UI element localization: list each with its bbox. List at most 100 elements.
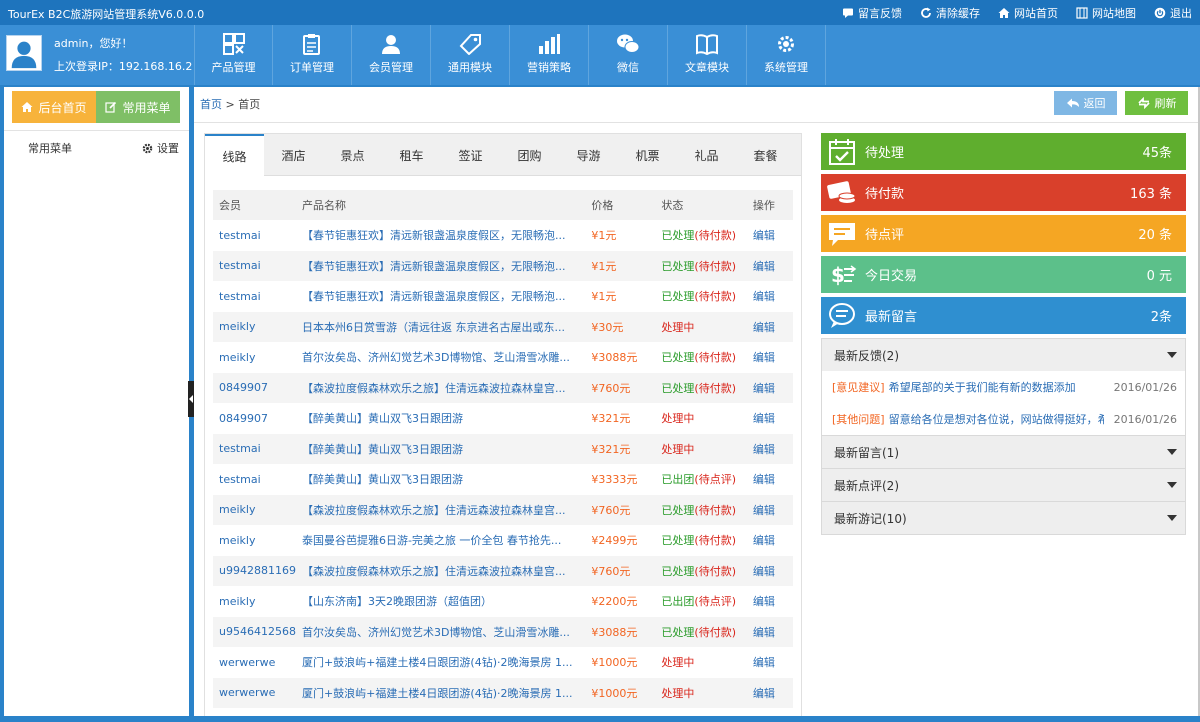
edit-link[interactable]: 编辑 <box>747 464 793 495</box>
table-row[interactable]: testmai 【醉美黄山】黄山双飞3日跟团游 ¥3333元 已出团(待点评) 编辑 <box>213 464 793 495</box>
top-link-clear-cache[interactable]: 清除缓存 <box>920 5 980 21</box>
cell-product-name[interactable]: 【森波拉度假森林欢乐之旅】住清远森波拉森林皇宫... <box>295 555 586 586</box>
cell-member[interactable]: meikly <box>213 311 296 342</box>
cell-member[interactable]: u9942881169 <box>213 555 296 586</box>
table-row[interactable]: u9546412568 首尔汝矣岛、济州幻觉艺术3D博物馆、芝山滑雪冰雕... ¥3… <box>213 616 793 647</box>
settings-link[interactable]: 设置 <box>142 140 179 156</box>
cell-member[interactable]: testmai <box>213 464 296 495</box>
nav-system-management[interactable]: 系统管理 <box>747 25 826 85</box>
edit-link[interactable]: 编辑 <box>746 555 793 586</box>
edit-link[interactable]: 编辑 <box>746 677 793 708</box>
back-button[interactable]: 返回 <box>1054 91 1117 115</box>
stat-pending-review[interactable]: 待点评 20 条 <box>821 215 1186 252</box>
table-row[interactable]: meikly 【森波拉度假森林欢乐之旅】住清远森波拉森林皇宫... ¥760元 已处理… <box>213 494 793 525</box>
accordion-latest-travelogues[interactable]: 最新游记(10) <box>822 501 1185 534</box>
nav-general-module[interactable]: 通用模块 <box>431 25 510 85</box>
tab-car-rental[interactable]: 租车 <box>382 134 441 176</box>
table-row[interactable]: meikly 【山东济南】3天2晚跟团游（超值团） ¥2200元 已出团(待点评) 编辑 <box>213 586 793 617</box>
cell-product-name[interactable]: 【春节钜惠狂欢】清远新银盏温泉度假区，无限畅泡... <box>296 220 585 251</box>
table-row[interactable]: u9942881169 【森波拉度假森林欢乐之旅】住清远森波拉森林皇宫... ¥76… <box>213 555 793 586</box>
cell-member[interactable]: u9546412568 <box>213 616 296 647</box>
cell-product-name[interactable]: 日本本州6日赏雪游（清远往返 东京进名古屋出或东... <box>295 311 586 342</box>
table-row[interactable]: werwerwe 厦门+鼓浪屿+福建土楼4日跟团游(4钻)·2晚海景房 1... ¥… <box>213 677 793 708</box>
table-row[interactable]: testmai 【春节钜惠狂欢】清远新银盏温泉度假区，无限畅泡... ¥1元 已处理(… <box>213 250 793 281</box>
cell-member[interactable]: testmai <box>213 250 296 281</box>
cell-product-name[interactable]: 【醉美黄山】黄山双飞3日跟团游 <box>295 433 586 464</box>
tab-route[interactable]: 线路 <box>205 134 264 177</box>
cell-product-name[interactable]: 首尔汝矣岛、济州幻觉艺术3D博物馆、芝山滑雪冰雕... <box>295 616 586 647</box>
edit-link[interactable]: 编辑 <box>746 311 793 342</box>
table-row[interactable]: 0849907 【森波拉度假森林欢乐之旅】住清远森波拉森林皇宫... ¥760元 已处… <box>213 372 793 403</box>
top-link-logout[interactable]: 退出 <box>1154 5 1192 21</box>
cell-product-name[interactable]: 【春节钜惠狂欢】清远新银盏温泉度假区，无限畅泡... <box>296 281 585 312</box>
cell-product-name[interactable]: 厦门+鼓浪屿+福建土楼4日跟团游(4钻)·2晚海景房 1... <box>295 677 586 708</box>
cell-member[interactable]: 0849907 <box>213 403 296 434</box>
tab-attraction[interactable]: 景点 <box>323 134 382 176</box>
feedback-item[interactable]: [意见建议] 希望尾部的关于我们能有新的数据添加 2016/01/26 <box>822 371 1185 403</box>
sidebar-tab-home[interactable]: 后台首页 <box>12 91 96 123</box>
table-row[interactable]: meikly 首尔汝矣岛、济州幻觉艺术3D博物馆、芝山滑雪冰雕... ¥3088元 已… <box>213 342 793 373</box>
nav-order-management[interactable]: 订单管理 <box>273 25 352 85</box>
nav-member-management[interactable]: 会员管理 <box>352 25 431 85</box>
cell-product-name[interactable]: 【森波拉度假森林欢乐之旅】住清远森波拉森林皇宫... <box>295 372 586 403</box>
edit-link[interactable]: 编辑 <box>747 647 793 678</box>
accordion-latest-feedback[interactable]: 最新反馈(2) <box>822 338 1185 371</box>
edit-link[interactable]: 编辑 <box>746 250 793 281</box>
feedback-text[interactable]: 希望尾部的关于我们能有新的数据添加 <box>889 379 1104 395</box>
cell-product-name[interactable]: 【森波拉度假森林欢乐之旅】住清远森波拉森林皇宫... <box>295 494 586 525</box>
table-row[interactable]: testmai 【春节钜惠狂欢】清远新银盏温泉度假区，无限畅泡... ¥1元 已处理(… <box>213 220 793 251</box>
tab-guide[interactable]: 导游 <box>559 134 618 176</box>
breadcrumb-home-link[interactable]: 首页 <box>200 98 222 111</box>
cell-product-name[interactable]: 【醉美黄山】黄山双飞3日跟团游 <box>296 403 585 434</box>
cell-member[interactable]: meikly <box>213 342 296 373</box>
nav-article-module[interactable]: 文章模块 <box>668 25 747 85</box>
edit-link[interactable]: 编辑 <box>746 616 793 647</box>
accordion-latest-messages[interactable]: 最新留言(1) <box>822 435 1185 468</box>
edit-link[interactable]: 编辑 <box>747 281 793 312</box>
feedback-text[interactable]: 留意给各位是想对各位说，网站做得挺好，希 <box>889 411 1104 427</box>
tab-package[interactable]: 套餐 <box>736 134 795 176</box>
cell-member[interactable]: meikly <box>213 525 296 556</box>
stat-latest-message[interactable]: 最新留言 2条 <box>821 297 1186 334</box>
stat-today-trade[interactable]: $ 今日交易 0 元 <box>821 256 1186 293</box>
top-link-sitemap[interactable]: 网站地图 <box>1076 5 1136 21</box>
stat-pending[interactable]: 待处理 45条 <box>821 133 1186 170</box>
top-link-site-home[interactable]: 网站首页 <box>998 5 1058 21</box>
cell-product-name[interactable]: 厦门+鼓浪屿+福建土楼4日跟团游(4钻)·2晚海景房 1... <box>296 647 585 678</box>
feedback-item[interactable]: [其他问题] 留意给各位是想对各位说，网站做得挺好，希 2016/01/26 <box>822 403 1185 435</box>
avatar[interactable] <box>6 35 42 71</box>
edit-link[interactable]: 编辑 <box>746 372 793 403</box>
edit-link[interactable]: 编辑 <box>747 403 793 434</box>
accordion-latest-reviews[interactable]: 最新点评(2) <box>822 468 1185 501</box>
cell-product-name[interactable]: 【醉美黄山】黄山双飞3日跟团游 <box>296 464 585 495</box>
edit-link[interactable]: 编辑 <box>747 586 793 617</box>
edit-link[interactable]: 编辑 <box>746 433 793 464</box>
cell-member[interactable]: testmai <box>213 433 296 464</box>
nav-marketing[interactable]: 营销策略 <box>510 25 589 85</box>
cell-member[interactable]: meikly <box>213 586 296 617</box>
cell-product-name[interactable]: 泰国曼谷芭提雅6日游-完美之旅 一价全包 春节抢先... <box>296 525 585 556</box>
table-row[interactable]: werwerwe 厦门+鼓浪屿+福建土楼4日跟团游(4钻)·2晚海景房 1... ¥… <box>213 647 793 678</box>
cell-member[interactable]: testmai <box>213 281 296 312</box>
sidebar-tab-common-menu[interactable]: 常用菜单 <box>96 91 180 123</box>
tab-visa[interactable]: 签证 <box>441 134 500 176</box>
table-row[interactable]: testmai 【春节钜惠狂欢】清远新银盏温泉度假区，无限畅泡... ¥1元 已处理(… <box>213 281 793 312</box>
table-row[interactable]: 0849907 【醉美黄山】黄山双飞3日跟团游 ¥321元 处理中 编辑 <box>213 403 793 434</box>
cell-member[interactable]: 0849907 <box>213 372 296 403</box>
cell-product-name[interactable]: 【春节钜惠狂欢】清远新银盏温泉度假区，无限畅泡... <box>295 250 586 281</box>
top-link-feedback[interactable]: 留言反馈 <box>842 5 902 21</box>
cell-member[interactable]: werwerwe <box>213 647 296 678</box>
tab-flight[interactable]: 机票 <box>618 134 677 176</box>
tab-group-buy[interactable]: 团购 <box>500 134 559 176</box>
edit-link[interactable]: 编辑 <box>747 220 793 251</box>
table-row[interactable]: meikly 日本本州6日赏雪游（清远往返 东京进名古屋出或东... ¥30元 处理中… <box>213 311 793 342</box>
cell-member[interactable]: werwerwe <box>213 677 296 708</box>
table-row[interactable]: testmai 【醉美黄山】黄山双飞3日跟团游 ¥321元 处理中 编辑 <box>213 433 793 464</box>
tab-gift[interactable]: 礼品 <box>677 134 736 176</box>
table-row[interactable]: meikly 泰国曼谷芭提雅6日游-完美之旅 一价全包 春节抢先... ¥2499元… <box>213 525 793 556</box>
cell-member[interactable]: testmai <box>213 220 296 251</box>
edit-link[interactable]: 编辑 <box>746 494 793 525</box>
edit-link[interactable]: 编辑 <box>747 525 793 556</box>
edit-link[interactable]: 编辑 <box>747 342 793 373</box>
cell-product-name[interactable]: 首尔汝矣岛、济州幻觉艺术3D博物馆、芝山滑雪冰雕... <box>296 342 585 373</box>
